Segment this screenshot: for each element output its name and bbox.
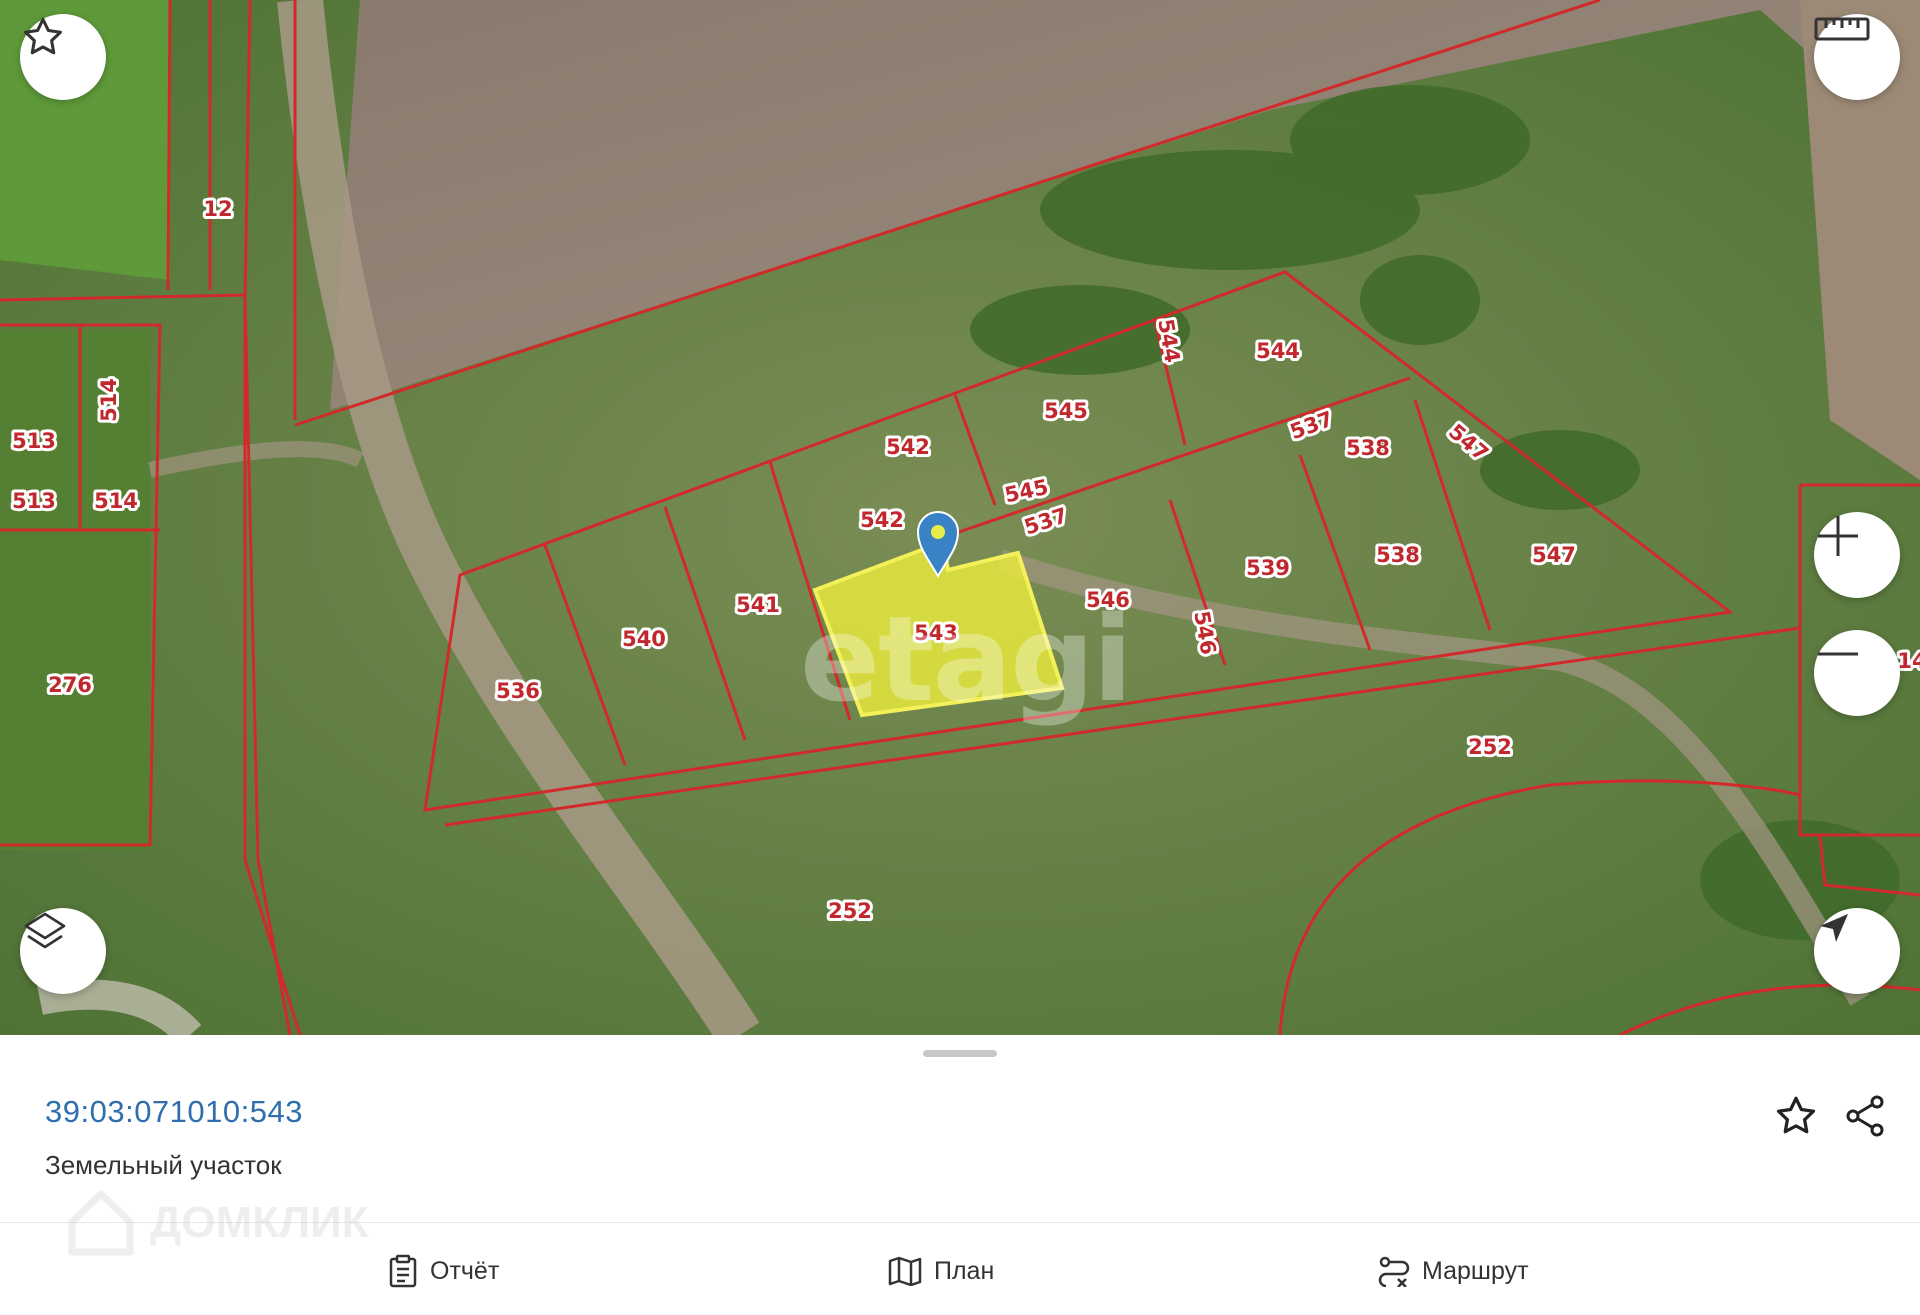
ruler-icon — [1814, 17, 1870, 41]
cadastral-number[interactable]: 39:03:071010:543 — [45, 1094, 303, 1130]
route-button[interactable]: Маршрут — [1378, 1251, 1529, 1291]
plus-icon — [1818, 516, 1858, 556]
zoom-in-button[interactable] — [1814, 512, 1900, 598]
plot-label: 542 — [860, 508, 904, 532]
route-icon — [1378, 1256, 1410, 1287]
plot-label: 541 — [736, 593, 780, 617]
green-strip-west — [0, 330, 150, 850]
plot-label: 514 — [94, 489, 138, 513]
layers-button[interactable] — [20, 908, 106, 994]
ruler-button[interactable] — [1814, 14, 1900, 100]
share-button[interactable] — [1840, 1090, 1892, 1142]
plot-label: 538 — [1346, 436, 1390, 460]
plot-label: 547 — [1532, 543, 1576, 567]
plot-label: 14 — [1897, 649, 1920, 673]
report-button[interactable]: Отчёт — [388, 1251, 499, 1291]
clipboard-icon — [389, 1254, 417, 1288]
favorite-button[interactable] — [1770, 1090, 1822, 1142]
satellite-map[interactable]: 12 513 514 513 514 276 536 540 541 542 5… — [0, 0, 1920, 1035]
favorite-map-button[interactable] — [20, 14, 106, 100]
share-icon — [1846, 1095, 1884, 1137]
etagi-watermark: etagi — [800, 590, 1133, 728]
sheet-drag-handle[interactable] — [923, 1050, 997, 1057]
plot-label: 540 — [622, 627, 666, 651]
plot-label: 514 — [97, 378, 121, 422]
map-icon — [888, 1256, 922, 1286]
plot-label: 545 — [1044, 399, 1088, 423]
navigation-arrow-icon — [1820, 914, 1848, 942]
map-canvas[interactable]: 12 513 514 513 514 276 536 540 541 542 5… — [0, 0, 1920, 1035]
plot-label: 538 — [1376, 543, 1420, 567]
report-label: Отчёт — [430, 1256, 500, 1285]
plot-label: 536 — [496, 679, 540, 703]
plot-label: 276 — [48, 673, 92, 697]
plot-label: 252 — [1468, 735, 1512, 759]
star-icon — [1776, 1096, 1816, 1134]
plot-label: 513 — [12, 489, 56, 513]
house-logo-icon — [68, 1190, 134, 1256]
plot-type: Земельный участок — [45, 1150, 282, 1180]
domclick-watermark-text: ДОМКЛИК — [150, 1198, 369, 1247]
minus-icon — [1818, 652, 1858, 656]
plan-button[interactable]: План — [888, 1251, 994, 1291]
zoom-out-button[interactable] — [1814, 630, 1900, 716]
star-icon — [24, 17, 62, 55]
plot-label: 539 — [1246, 556, 1290, 580]
plot-label: 513 — [12, 429, 56, 453]
plan-label: План — [934, 1256, 995, 1285]
plot-label: 542 — [886, 435, 930, 459]
plot-label: 12 — [203, 197, 232, 221]
route-label: Маршрут — [1422, 1256, 1529, 1285]
layers-icon — [24, 912, 66, 949]
plot-label: 252 — [828, 899, 872, 923]
domclick-watermark: ДОМКЛИК — [64, 1186, 368, 1260]
my-location-button[interactable] — [1814, 908, 1900, 994]
plot-label: 544 — [1256, 339, 1300, 363]
